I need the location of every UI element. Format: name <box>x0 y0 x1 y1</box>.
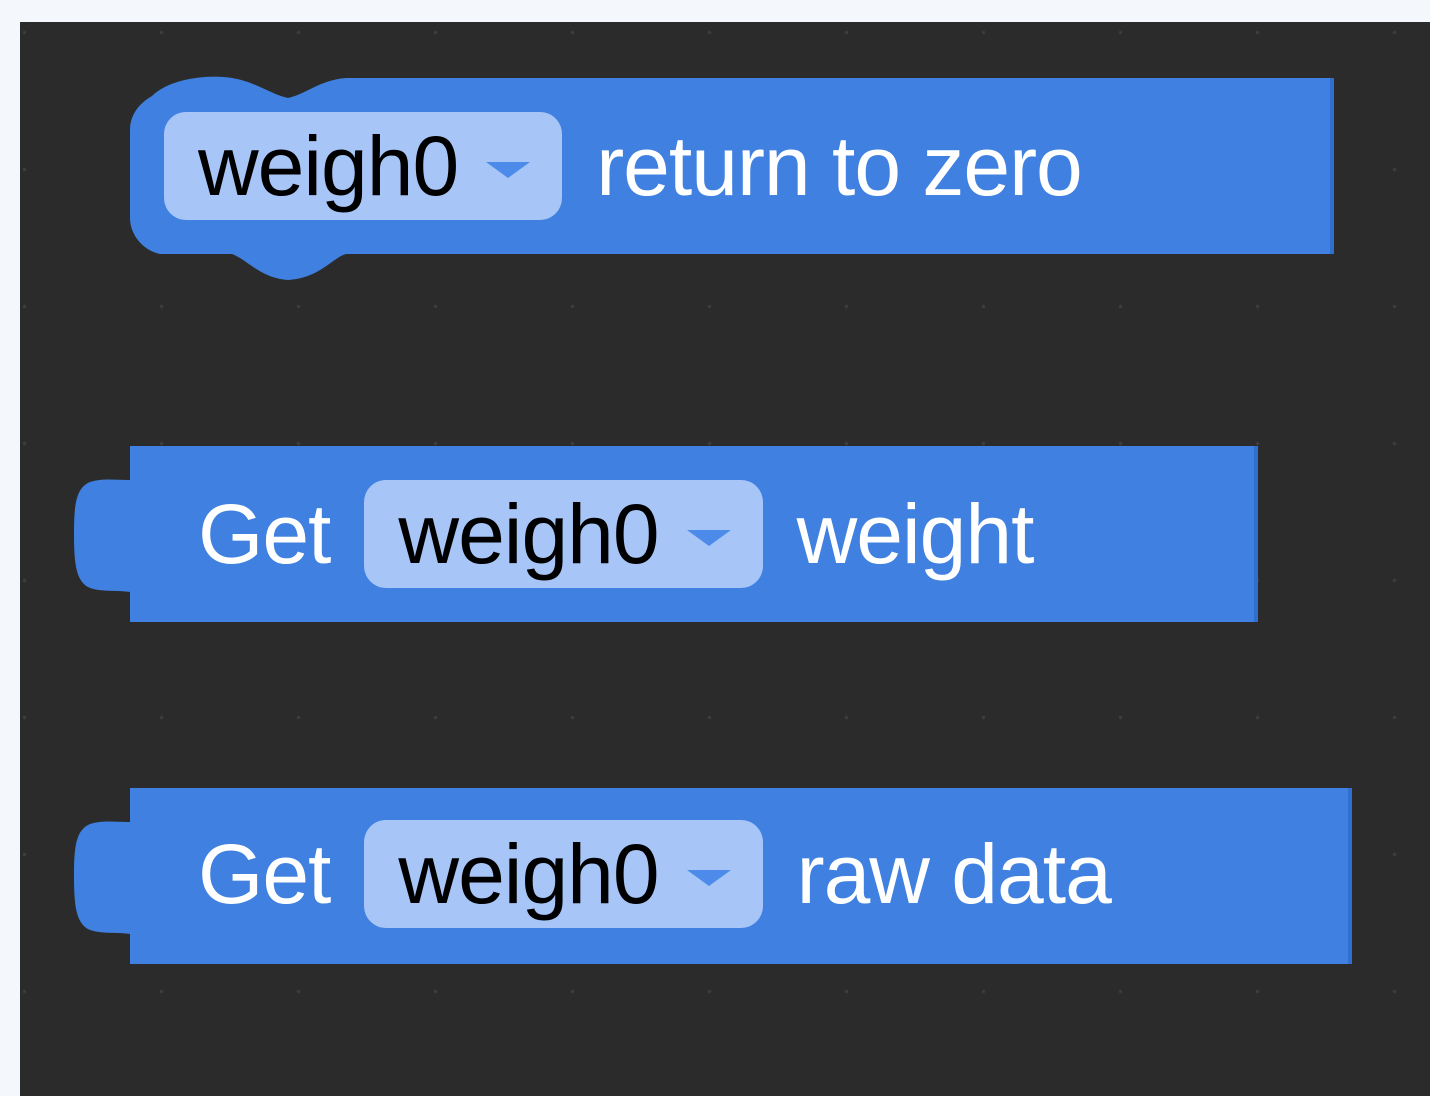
block-suffix-label: return to zero <box>596 119 1083 213</box>
blocks-workspace[interactable]: weigh0 return to zero Get weigh0 weight … <box>20 22 1430 1096</box>
get-weight-block[interactable]: Get weigh0 weight <box>20 442 1430 632</box>
sensor-dropdown[interactable]: weigh0 <box>164 112 563 220</box>
sensor-dropdown-value: weigh0 <box>398 827 659 921</box>
chevron-down-icon <box>486 162 531 178</box>
get-raw-data-block[interactable]: Get weigh0 raw data <box>20 784 1430 974</box>
block-prefix-label: Get <box>198 487 331 581</box>
block-suffix-label: weight <box>796 487 1035 581</box>
sensor-dropdown[interactable]: weigh0 <box>364 480 763 588</box>
sensor-dropdown[interactable]: weigh0 <box>364 820 763 928</box>
return-to-zero-block[interactable]: weigh0 return to zero <box>20 22 1430 322</box>
sensor-dropdown-value: weigh0 <box>398 487 659 581</box>
block-prefix-label: Get <box>198 827 331 921</box>
sensor-dropdown-value: weigh0 <box>198 119 459 213</box>
block-suffix-label: raw data <box>796 827 1112 921</box>
chevron-down-icon <box>686 530 731 546</box>
chevron-down-icon <box>686 870 731 886</box>
